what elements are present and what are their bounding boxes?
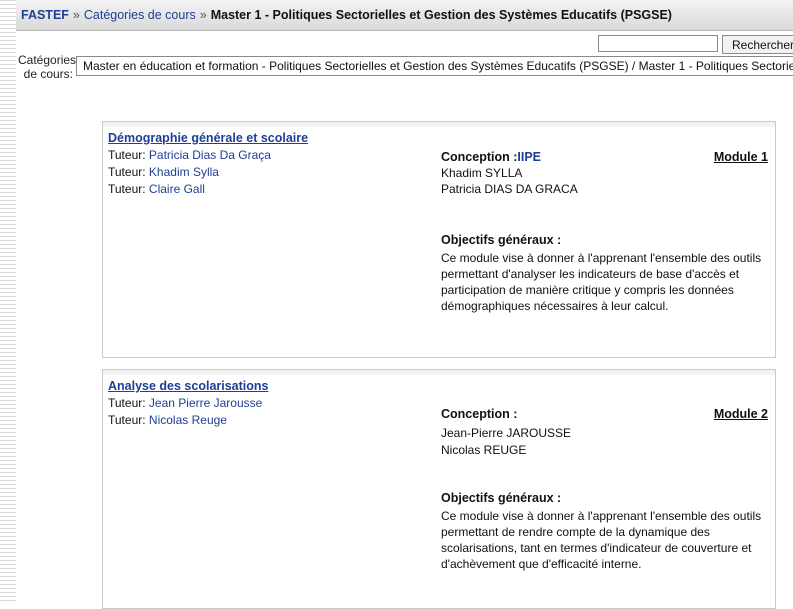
conception-org: IIPE bbox=[517, 150, 542, 164]
module-link[interactable]: Module 1 bbox=[714, 150, 768, 164]
card-top-band bbox=[103, 122, 775, 127]
tutor-link[interactable]: Patricia Dias Da Graça bbox=[149, 148, 271, 162]
category-label: Catégories de cours: bbox=[18, 53, 77, 81]
author-name: Jean-Pierre JAROUSSE bbox=[441, 426, 572, 440]
tutor-prefix: Tuteur: bbox=[108, 165, 146, 179]
course-title-link[interactable]: Démographie générale et scolaire bbox=[108, 131, 308, 145]
tutor-line: Tuteur: Claire Gall bbox=[108, 182, 205, 196]
category-label-line2: de cours: bbox=[23, 67, 73, 81]
search-button[interactable]: Rechercher bbox=[722, 35, 793, 54]
tutor-line: Tuteur: Jean Pierre Jarousse bbox=[108, 396, 262, 410]
breadcrumb: FASTEF» Catégories de cours» Master 1 - Po… bbox=[16, 0, 793, 31]
breadcrumb-separator: » bbox=[72, 8, 80, 22]
module-link[interactable]: Module 2 bbox=[714, 407, 768, 421]
objectives-label: Objectifs généraux : bbox=[441, 491, 562, 505]
conception-label: Conception :IIPE bbox=[441, 150, 541, 164]
tutor-prefix: Tuteur: bbox=[108, 148, 146, 162]
category-select[interactable]: Master en éducation et formation - Polit… bbox=[76, 56, 793, 76]
conception-label: Conception : bbox=[441, 407, 518, 421]
course-title-link[interactable]: Analyse des scolarisations bbox=[108, 379, 269, 393]
card-top-band bbox=[103, 370, 775, 375]
tutor-link[interactable]: Jean Pierre Jarousse bbox=[149, 396, 262, 410]
breadcrumb-current-page: Master 1 - Politiques Sectorielles et Ge… bbox=[210, 8, 672, 22]
breadcrumb-home-link[interactable]: FASTEF bbox=[21, 8, 69, 22]
author-name: Khadim SYLLA bbox=[441, 166, 523, 180]
category-label-line1: Catégories bbox=[18, 53, 77, 67]
tutor-link[interactable]: Khadim Sylla bbox=[149, 165, 219, 179]
breadcrumb-separator: » bbox=[199, 8, 207, 22]
course-card: Analyse des scolarisations Tuteur: Jean … bbox=[102, 369, 776, 609]
conception-label-text: Conception : bbox=[441, 150, 518, 164]
tutor-line: Tuteur: Patricia Dias Da Graça bbox=[108, 148, 271, 162]
objectives-text: Ce module vise à donner à l'apprenant l'… bbox=[441, 509, 762, 571]
tutor-line: Tuteur: Khadim Sylla bbox=[108, 165, 219, 179]
left-border-stripe bbox=[0, 0, 16, 603]
tutor-prefix: Tuteur: bbox=[108, 182, 146, 196]
author-name: Patricia DIAS DA GRACA bbox=[441, 182, 578, 196]
objectives-text: Ce module vise à donner à l'apprenant l'… bbox=[441, 251, 762, 313]
tutor-link[interactable]: Claire Gall bbox=[149, 182, 205, 196]
tutor-link[interactable]: Nicolas Reuge bbox=[149, 413, 227, 427]
breadcrumb-categories-link[interactable]: Catégories de cours bbox=[84, 8, 196, 22]
objectives-label: Objectifs généraux : bbox=[441, 233, 562, 247]
tutor-line: Tuteur: Nicolas Reuge bbox=[108, 413, 227, 427]
course-card: Démographie générale et scolaire Tuteur:… bbox=[102, 121, 776, 358]
author-name: Nicolas REUGE bbox=[441, 443, 527, 457]
search-input[interactable] bbox=[598, 35, 718, 52]
tutor-prefix: Tuteur: bbox=[108, 396, 146, 410]
tutor-prefix: Tuteur: bbox=[108, 413, 146, 427]
